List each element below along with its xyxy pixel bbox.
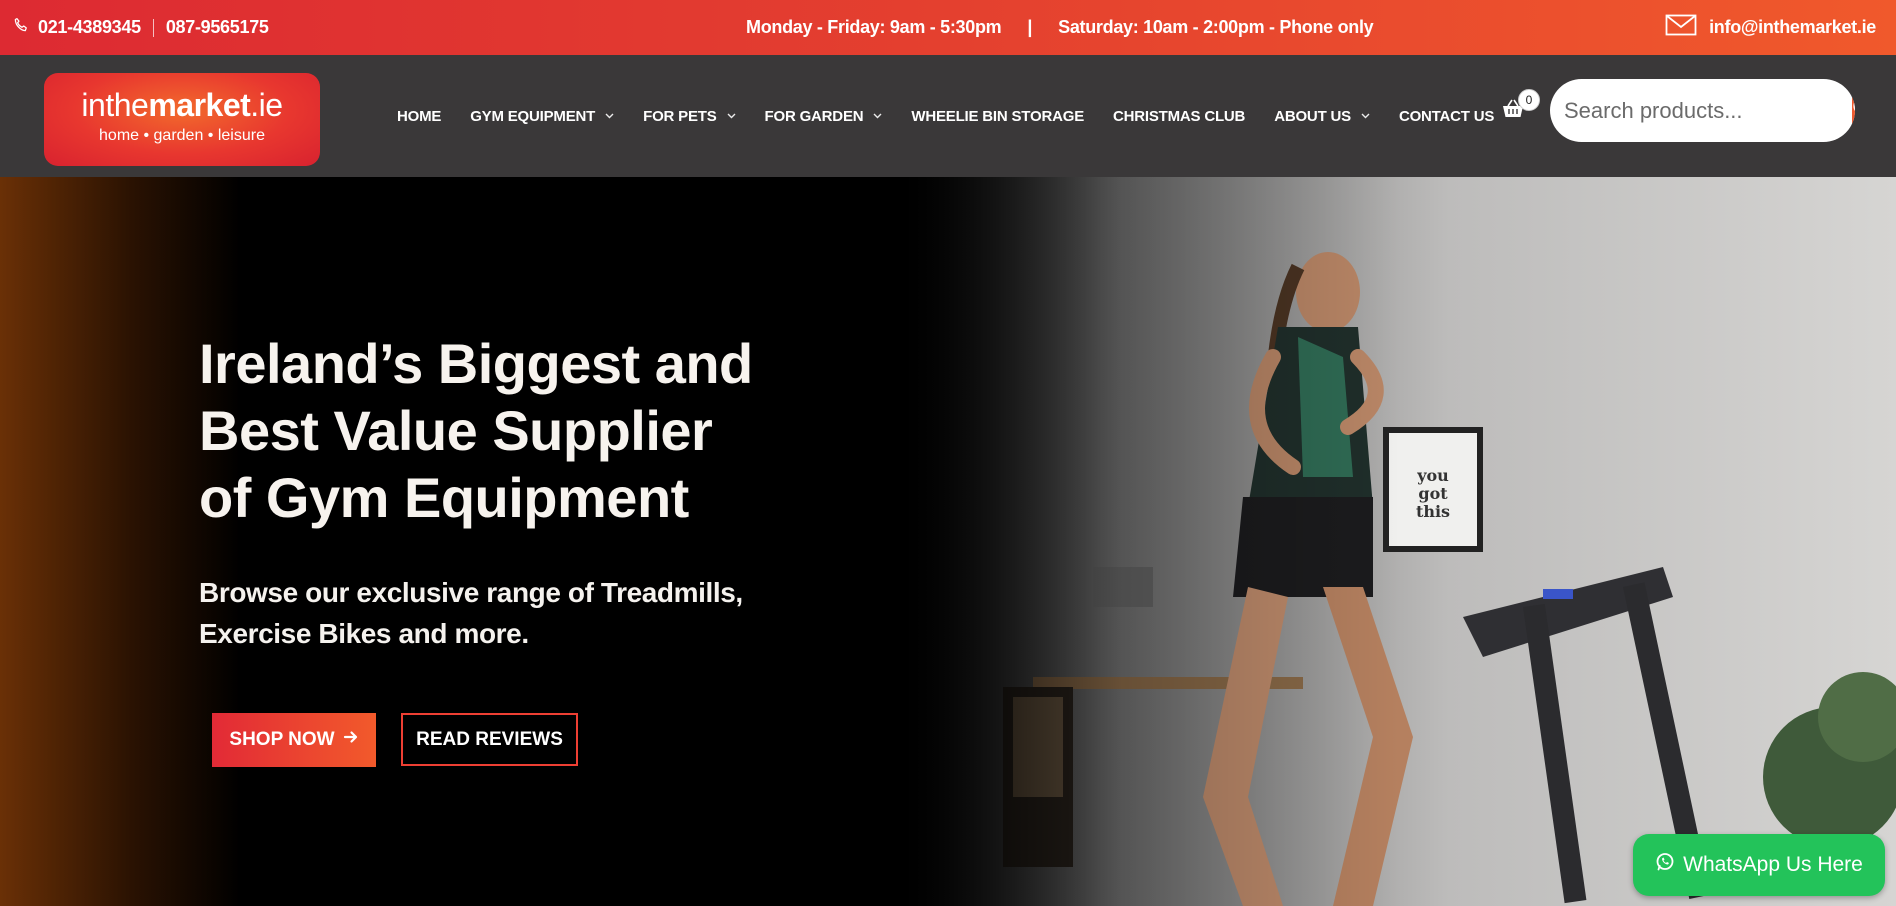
nav-for-garden[interactable]: FOR GARDEN xyxy=(765,108,883,125)
opening-hours: Monday - Friday: 9am - 5:30pm | Saturday… xyxy=(746,0,1374,55)
search-input[interactable] xyxy=(1550,79,1852,142)
weekday-hours: Monday - Friday: 9am - 5:30pm xyxy=(746,17,1002,37)
email-contact[interactable]: info@inthemarket.ie xyxy=(1665,0,1876,55)
cart-count-badge: 0 xyxy=(1518,89,1540,111)
envelope-icon xyxy=(1665,14,1697,41)
shop-now-button[interactable]: SHOP NOW xyxy=(212,713,376,767)
treadmill-runner-illustration: you got this xyxy=(903,177,1896,906)
read-reviews-button[interactable]: READ REVIEWS xyxy=(401,713,578,766)
hero-heading: Ireland’s Biggest and Best Value Supplie… xyxy=(199,332,753,529)
site-logo[interactable]: inthemarket.ie home • garden • leisure xyxy=(44,73,320,166)
hours-divider: | xyxy=(1027,17,1033,37)
hero-subheading: Browse our exclusive range of Treadmills… xyxy=(199,577,743,649)
nav-christmas-club[interactable]: CHRISTMAS CLUB xyxy=(1113,108,1245,125)
search-button[interactable] xyxy=(1852,79,1855,142)
chevron-down-icon xyxy=(727,111,736,122)
hero-image: you got this xyxy=(903,177,1896,906)
phone-numbers: 021-4389345 087-9565175 xyxy=(12,0,269,55)
primary-menu: HOME GYM EQUIPMENT FOR PETS FOR GARDEN W… xyxy=(397,55,1523,177)
logo-wordmark: inthemarket.ie xyxy=(81,87,283,123)
whatsapp-button[interactable]: WhatsApp Us Here xyxy=(1633,834,1885,896)
search-bar xyxy=(1550,79,1855,142)
arrow-right-icon xyxy=(343,729,359,751)
nav-for-pets[interactable]: FOR PETS xyxy=(643,108,736,125)
top-info-bar: 021-4389345 087-9565175 Monday - Friday:… xyxy=(0,0,1896,55)
nav-home[interactable]: HOME xyxy=(397,108,441,125)
search-icon xyxy=(1852,96,1855,125)
nav-gym-equipment[interactable]: GYM EQUIPMENT xyxy=(470,108,614,125)
divider xyxy=(152,18,154,37)
email-link[interactable]: info@inthemarket.ie xyxy=(1709,17,1876,38)
hero-banner: you got this Ireland’s Biggest and Best … xyxy=(0,177,1896,906)
saturday-hours: Saturday: 10am - 2:00pm - Phone only xyxy=(1058,17,1374,37)
phone-number-1[interactable]: 021-4389345 xyxy=(38,17,141,38)
chevron-down-icon xyxy=(873,111,882,122)
phone-icon xyxy=(12,16,30,39)
whatsapp-icon xyxy=(1655,852,1675,878)
logo-tagline: home • garden • leisure xyxy=(99,127,265,144)
hero-glow xyxy=(0,177,240,906)
nav-wheelie-bin-storage[interactable]: WHEELIE BIN STORAGE xyxy=(911,108,1084,125)
main-navbar: inthemarket.ie home • garden • leisure H… xyxy=(0,55,1896,177)
chevron-down-icon xyxy=(1361,111,1370,122)
phone-number-2[interactable]: 087-9565175 xyxy=(166,17,269,38)
chevron-down-icon xyxy=(605,111,614,122)
nav-contact-us[interactable]: CONTACT US xyxy=(1399,108,1494,125)
nav-about-us[interactable]: ABOUT US xyxy=(1274,108,1370,125)
whatsapp-label: WhatsApp Us Here xyxy=(1683,853,1863,876)
